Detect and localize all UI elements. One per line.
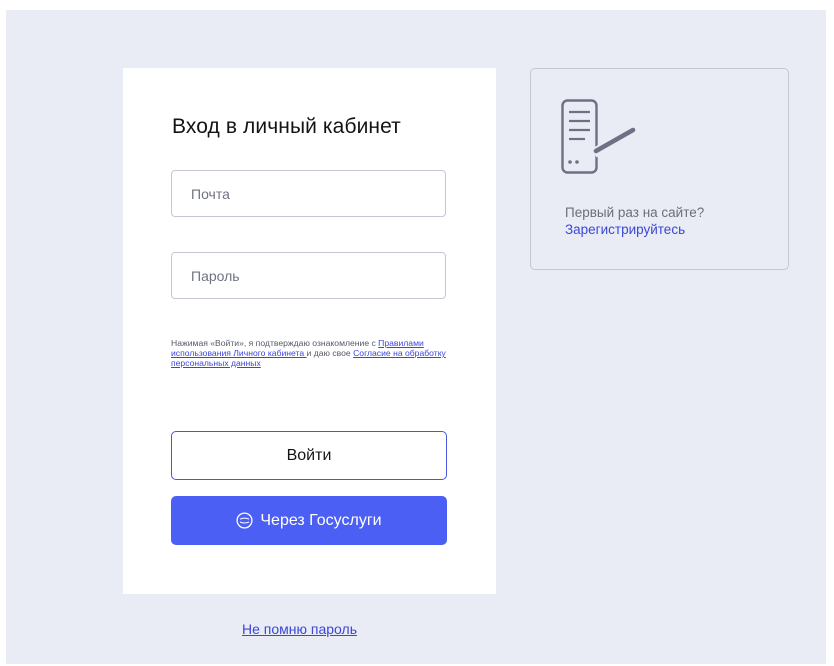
register-link[interactable]: Зарегистрируйтесь bbox=[565, 222, 685, 237]
password-field[interactable] bbox=[171, 252, 446, 299]
password-input[interactable] bbox=[172, 253, 445, 298]
login-button[interactable]: Войти bbox=[171, 431, 447, 480]
login-card: Вход в личный кабинет Нажимая «Войти», я… bbox=[123, 68, 496, 594]
consent-prefix: Нажимая «Войти», я подтверждаю ознакомле… bbox=[171, 338, 376, 348]
email-field[interactable] bbox=[171, 170, 446, 217]
register-card: Первый раз на сайте? Зарегистрируйтесь bbox=[530, 68, 789, 270]
login-title: Вход в личный кабинет bbox=[172, 115, 401, 138]
forgot-password-link[interactable]: Не помню пароль bbox=[242, 621, 357, 637]
gosuslugi-logo-icon bbox=[236, 512, 253, 529]
email-input[interactable] bbox=[172, 171, 445, 216]
gosuslugi-button[interactable]: Через Госуслуги bbox=[171, 496, 447, 545]
gosuslugi-button-label: Через Госуслуги bbox=[260, 511, 382, 529]
first-time-text: Первый раз на сайте? bbox=[565, 205, 705, 220]
consent-middle: и даю свое bbox=[306, 348, 351, 358]
document-edit-icon bbox=[561, 99, 636, 174]
consent-text: Нажимая «Войти», я подтверждаю ознакомле… bbox=[171, 338, 456, 368]
